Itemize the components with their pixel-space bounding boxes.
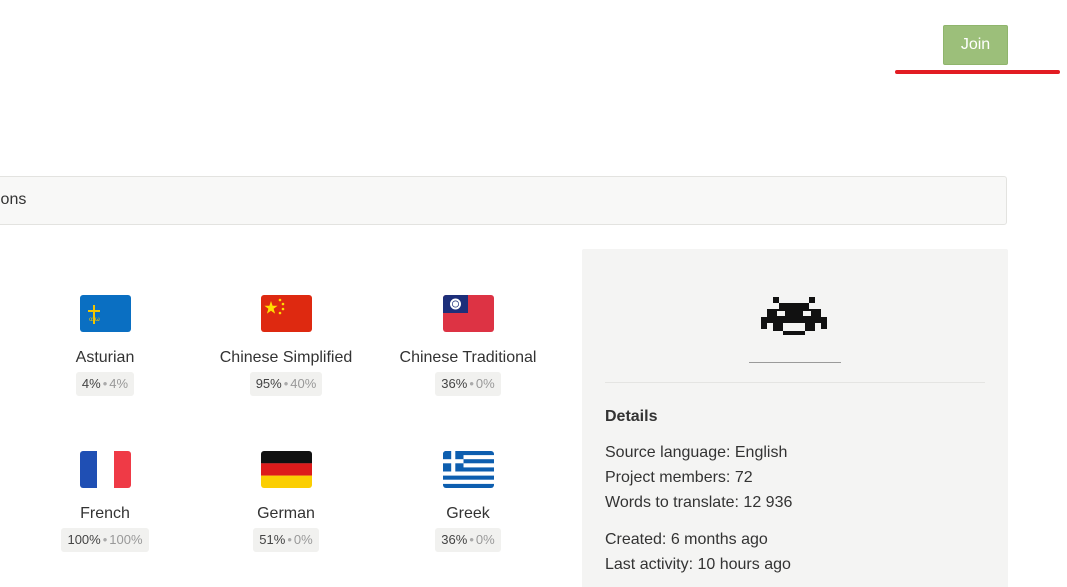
language-name: Chinese Traditional [399, 349, 537, 366]
created-date: Created: 6 months ago [605, 531, 768, 548]
language-stats: 36% • 0% [435, 372, 501, 396]
language-name: Chinese Simplified [219, 349, 353, 366]
language-stats: 36% • 0% [435, 528, 501, 552]
tab-label[interactable]: ions [0, 191, 26, 209]
language-stats: 51% • 0% [253, 528, 319, 552]
language-card-asturian[interactable]: α ω Asturian 4% • 4% [10, 295, 200, 396]
language-card-chinese-simplified[interactable]: Chinese Simplified 95% • 40% [191, 295, 381, 396]
svg-text:α ω: α ω [89, 316, 100, 323]
flag-france-icon [79, 451, 131, 488]
language-card-chinese-traditional[interactable]: Chinese Traditional 36% • 0% [373, 295, 563, 396]
last-activity: Last activity: 10 hours ago [605, 556, 791, 573]
tab-bar: ions [0, 176, 1007, 225]
language-stats: 95% • 40% [249, 372, 323, 396]
project-members: Project members: 72 [605, 469, 753, 486]
logo-divider [749, 362, 841, 363]
language-name: Greek [446, 505, 490, 522]
flag-taiwan-icon [442, 295, 494, 332]
space-invader-logo-icon [759, 297, 829, 342]
language-name: German [257, 505, 315, 522]
join-button[interactable]: Join [943, 25, 1008, 65]
flag-asturias-icon: α ω [79, 295, 131, 332]
details-heading: Details [605, 408, 658, 425]
flag-germany-icon [260, 451, 312, 488]
language-name: French [80, 505, 130, 522]
language-card-french[interactable]: French 100% • 100% [10, 451, 200, 552]
language-card-german[interactable]: German 51% • 0% [191, 451, 381, 552]
language-card-greek[interactable]: Greek 36% • 0% [373, 451, 563, 552]
red-underline-annotation [895, 70, 1060, 74]
sidebar-divider [605, 382, 985, 383]
project-sidebar: Details Source language: English Project… [582, 249, 1008, 587]
language-stats: 100% • 100% [61, 528, 149, 552]
source-language: Source language: English [605, 444, 788, 461]
language-stats: 4% • 4% [75, 372, 135, 396]
flag-greece-icon [442, 451, 494, 488]
words-to-translate: Words to translate: 12 936 [605, 494, 793, 511]
flag-china-icon [260, 295, 312, 332]
language-name: Asturian [75, 349, 135, 366]
project-page: Join ions α ω Asturian 4%•4% [0, 0, 1067, 587]
